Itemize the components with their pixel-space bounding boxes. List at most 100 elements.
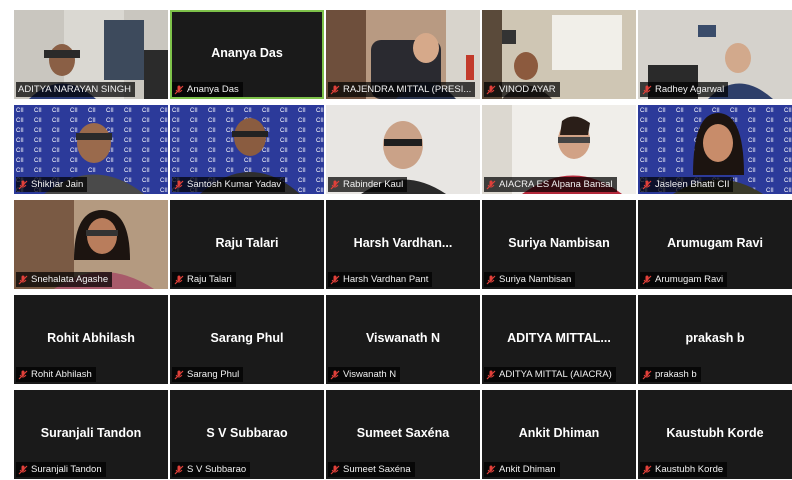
- participant-tile[interactable]: VINOD AYAR: [482, 10, 636, 99]
- participant-display-name: Suriya Nambisan: [508, 236, 610, 250]
- participant-tile[interactable]: AIACRA ES Alpana Bansal: [482, 105, 636, 194]
- participant-name-tag: Shikhar Jain: [16, 177, 88, 192]
- muted-mic-icon: [642, 180, 652, 189]
- participant-name: ADITYA MITTAL (AIACRA): [499, 369, 612, 380]
- participant-name-tag: Sumeet Saxéna: [328, 462, 415, 477]
- muted-mic-icon: [330, 465, 340, 474]
- participant-name: Radhey Agarwal: [655, 84, 725, 95]
- participant-name-tag: prakash b: [640, 367, 701, 382]
- muted-mic-icon: [486, 465, 496, 474]
- participant-tile[interactable]: Ananya Das Ananya Das: [170, 10, 324, 99]
- participant-tile[interactable]: RAJENDRA MITTAL (PRESI...: [326, 10, 480, 99]
- participant-tile[interactable]: S V Subbarao S V Subbarao: [170, 390, 324, 479]
- participant-tile[interactable]: Viswanath N Viswanath N: [326, 295, 480, 384]
- muted-mic-icon: [642, 370, 652, 379]
- participant-tile[interactable]: Sumeet Saxéna Sumeet Saxéna: [326, 390, 480, 479]
- participant-name: Rohit Abhilash: [31, 369, 92, 380]
- participant-tile[interactable]: CII Shikhar Jain: [14, 105, 168, 194]
- participant-tile[interactable]: Harsh Vardhan... Harsh Vardhan Pant: [326, 200, 480, 289]
- participant-name: S V Subbarao: [187, 464, 247, 475]
- muted-mic-icon: [18, 465, 28, 474]
- muted-mic-icon: [174, 370, 184, 379]
- participant-name-tag: ADITYA NARAYAN SINGH: [16, 82, 135, 97]
- muted-mic-icon: [174, 275, 184, 284]
- participant-display-name: Sumeet Saxéna: [356, 426, 450, 440]
- participant-name-tag: Sarang Phul: [172, 367, 244, 382]
- participant-name: VINOD AYAR: [499, 84, 556, 95]
- participant-tile[interactable]: CII Jasleen Bhatti CII: [638, 105, 792, 194]
- participant-name-tag: Arumugam Ravi: [640, 272, 728, 287]
- participant-name: prakash b: [655, 369, 697, 380]
- muted-mic-icon: [486, 85, 496, 94]
- participant-tile[interactable]: Raju Talari Raju Talari: [170, 200, 324, 289]
- participant-name: Arumugam Ravi: [655, 274, 724, 285]
- participant-display-name: S V Subbarao: [206, 426, 288, 440]
- muted-mic-icon: [642, 85, 652, 94]
- participant-tile[interactable]: Radhey Agarwal: [638, 10, 792, 99]
- participant-name-tag: Radhey Agarwal: [640, 82, 729, 97]
- participant-name: Suriya Nambisan: [499, 274, 572, 285]
- participant-tile[interactable]: ADITYA NARAYAN SINGH: [14, 10, 168, 99]
- participant-tile[interactable]: Sarang Phul Sarang Phul: [170, 295, 324, 384]
- participant-name-tag: RAJENDRA MITTAL (PRESI...: [328, 82, 476, 97]
- participant-name: AIACRA ES Alpana Bansal: [499, 179, 613, 190]
- participant-display-name: Kaustubh Korde: [666, 426, 764, 440]
- participant-name-tag: Snehalata Agashe: [16, 272, 113, 287]
- participant-tile[interactable]: Ankit Dhiman Ankit Dhiman: [482, 390, 636, 479]
- muted-mic-icon: [174, 85, 184, 94]
- muted-mic-icon: [174, 465, 184, 474]
- participant-name: ADITYA NARAYAN SINGH: [18, 84, 131, 95]
- muted-mic-icon: [330, 180, 340, 189]
- participant-name: Suranjali Tandon: [31, 464, 102, 475]
- participant-name-tag: S V Subbarao: [172, 462, 251, 477]
- muted-mic-icon: [330, 275, 340, 284]
- participant-name: Ankit Dhiman: [499, 464, 556, 475]
- participant-name-tag: Rabinder Kaul: [328, 177, 408, 192]
- participant-name: Sarang Phul: [187, 369, 240, 380]
- participant-name-tag: Santosh Kumar Yadav: [172, 177, 286, 192]
- participant-name-tag: Viswanath N: [328, 367, 401, 382]
- participant-tile[interactable]: Arumugam Ravi Arumugam Ravi: [638, 200, 792, 289]
- muted-mic-icon: [18, 370, 28, 379]
- participant-display-name: Ananya Das: [211, 46, 283, 60]
- participant-display-name: Viswanath N: [365, 331, 441, 345]
- participant-name: Kaustubh Korde: [655, 464, 724, 475]
- participant-name-tag: ADITYA MITTAL (AIACRA): [484, 367, 616, 382]
- participant-name-tag: Suranjali Tandon: [16, 462, 106, 477]
- participant-display-name: Suranjali Tandon: [40, 426, 142, 440]
- participant-name-tag: AIACRA ES Alpana Bansal: [484, 177, 617, 192]
- participant-name-tag: Rohit Abhilash: [16, 367, 96, 382]
- participant-tile[interactable]: ADITYA MITTAL... ADITYA MITTAL (AIACRA): [482, 295, 636, 384]
- participant-name-tag: Kaustubh Korde: [640, 462, 728, 477]
- participant-display-name: Sarang Phul: [210, 331, 284, 345]
- participant-name: Ananya Das: [187, 84, 239, 95]
- participant-tile[interactable]: Rabinder Kaul: [326, 105, 480, 194]
- participant-name: Raju Talari: [187, 274, 232, 285]
- participant-tile[interactable]: Suranjali Tandon Suranjali Tandon: [14, 390, 168, 479]
- participant-name: Rabinder Kaul: [343, 179, 404, 190]
- muted-mic-icon: [486, 370, 496, 379]
- muted-mic-icon: [174, 180, 184, 189]
- participant-name: Snehalata Agashe: [31, 274, 109, 285]
- muted-mic-icon: [486, 275, 496, 284]
- participant-tile[interactable]: Suriya Nambisan Suriya Nambisan: [482, 200, 636, 289]
- participant-name-tag: Ananya Das: [172, 82, 243, 97]
- participant-display-name: Harsh Vardhan...: [353, 236, 453, 250]
- participant-display-name: Rohit Abhilash: [47, 331, 135, 345]
- muted-mic-icon: [18, 180, 28, 189]
- participant-name-tag: VINOD AYAR: [484, 82, 560, 97]
- participant-tile[interactable]: CII Santosh Kumar Yadav: [170, 105, 324, 194]
- participant-display-name: Ankit Dhiman: [518, 426, 600, 440]
- participant-name: Shikhar Jain: [31, 179, 84, 190]
- participant-display-name: Raju Talari: [215, 236, 279, 250]
- participant-display-name: prakash b: [685, 331, 745, 345]
- participant-name-tag: Jasleen Bhatti CII: [640, 177, 734, 192]
- participant-tile[interactable]: prakash b prakash b: [638, 295, 792, 384]
- participant-name: Jasleen Bhatti CII: [655, 179, 730, 190]
- participant-display-name: Arumugam Ravi: [667, 236, 763, 250]
- participant-tile[interactable]: Snehalata Agashe: [14, 200, 168, 289]
- participant-tile[interactable]: Rohit Abhilash Rohit Abhilash: [14, 295, 168, 384]
- muted-mic-icon: [330, 370, 340, 379]
- participant-tile[interactable]: Kaustubh Korde Kaustubh Korde: [638, 390, 792, 479]
- participant-name-tag: Harsh Vardhan Pant: [328, 272, 433, 287]
